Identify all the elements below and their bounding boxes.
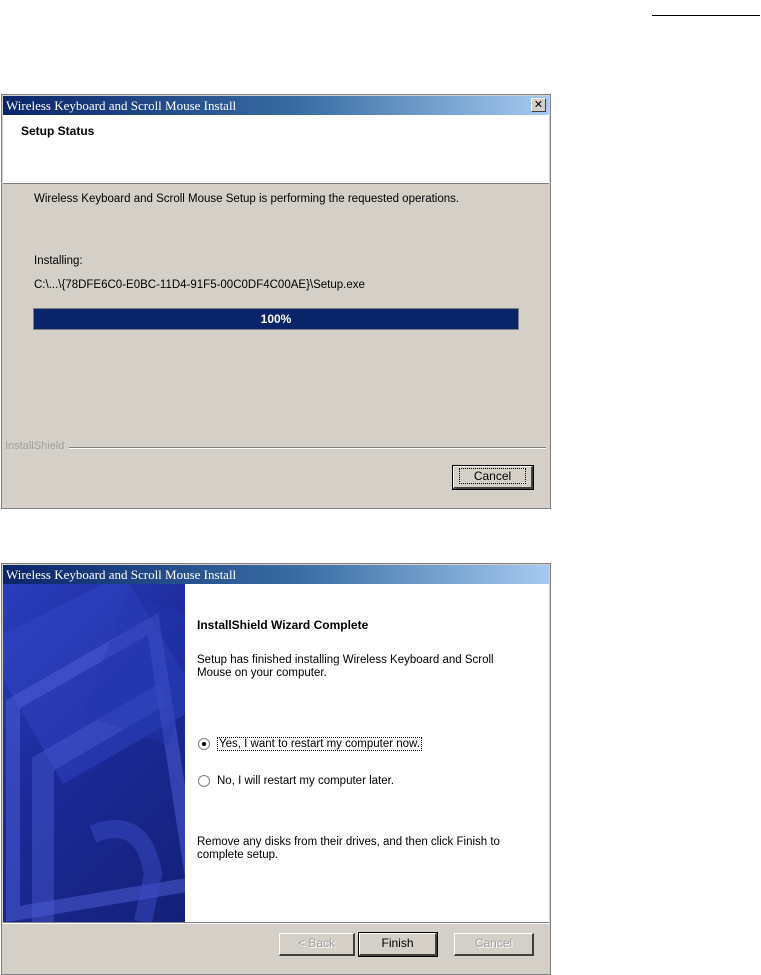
progress-text: 100%	[260, 312, 292, 326]
setup-status-dialog: Wireless Keyboard and Scroll Mouse Insta…	[1, 94, 551, 509]
title-bar: Wireless Keyboard and Scroll Mouse Insta…	[3, 565, 549, 584]
divider	[3, 922, 549, 924]
radio-restart-later[interactable]: No, I will restart my computer later.	[198, 775, 394, 787]
window-title: Wireless Keyboard and Scroll Mouse Insta…	[6, 98, 237, 113]
page-title: InstallShield Wizard Complete	[197, 618, 369, 632]
finish-button[interactable]: Finish	[358, 932, 438, 957]
page-title: Setup Status	[21, 124, 95, 138]
title-bar: Wireless Keyboard and Scroll Mouse Insta…	[3, 96, 549, 115]
remove-disks-text: Remove any disks from their drives, and …	[197, 836, 500, 861]
content-panel: InstallShield Wizard Complete Setup has …	[185, 584, 549, 922]
top-rule	[652, 15, 760, 16]
radio-restart-now[interactable]: Yes, I want to restart my computer now.	[198, 737, 422, 751]
status-message: Wireless Keyboard and Scroll Mouse Setup…	[34, 193, 460, 205]
side-graphic-art	[3, 584, 185, 922]
cancel-button[interactable]: Cancel	[454, 933, 534, 956]
window-title: Wireless Keyboard and Scroll Mouse Insta…	[6, 567, 237, 582]
wizard-side-graphic	[3, 584, 185, 922]
installing-label: Installing:	[34, 255, 83, 267]
divider	[62, 447, 546, 449]
radio-selected-icon[interactable]	[198, 738, 210, 750]
cancel-button-label: Cancel	[458, 468, 527, 484]
close-icon[interactable]: ✕	[531, 98, 546, 112]
installshield-brand: InstallShield	[5, 440, 70, 452]
radio-label: No, I will restart my computer later.	[217, 775, 395, 787]
radio-unselected-icon[interactable]	[198, 775, 210, 787]
header-panel: Setup Status	[3, 115, 549, 184]
progress-bar: 100%	[33, 308, 519, 330]
completion-description: Setup has finished installing Wireless K…	[197, 654, 494, 679]
installing-path: C:\...\{78DFE6C0-E0BC-11D4-91F5-00C0DF4C…	[34, 279, 365, 291]
wizard-complete-dialog: Wireless Keyboard and Scroll Mouse Insta…	[1, 563, 551, 975]
radio-label: Yes, I want to restart my computer now.	[217, 737, 422, 751]
cancel-button[interactable]: Cancel	[452, 465, 534, 490]
back-button[interactable]: < Back	[279, 933, 355, 956]
